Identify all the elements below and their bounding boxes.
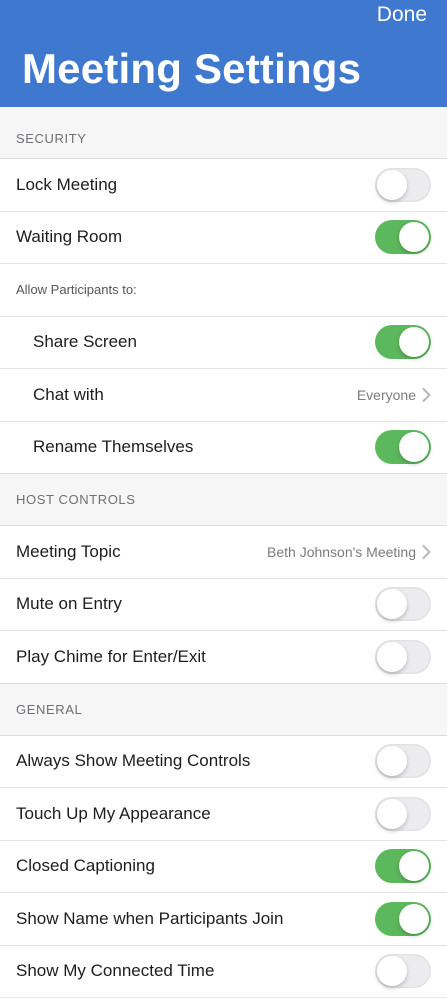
waiting-room-toggle[interactable]	[375, 220, 431, 254]
toggle-knob	[399, 327, 429, 357]
chevron-right-icon	[422, 388, 431, 402]
toggle-knob	[377, 746, 407, 776]
setting-label: Meeting Topic	[16, 542, 121, 562]
mute-on-entry-toggle[interactable]	[375, 587, 431, 621]
toggle-knob	[377, 589, 407, 619]
meeting-topic-value: Beth Johnson's Meeting	[267, 544, 416, 560]
chevron-right-icon	[422, 545, 431, 559]
allow-participants-label: Allow Participants to:	[0, 264, 447, 317]
setting-label: Rename Themselves	[33, 437, 193, 457]
meeting-topic-selector[interactable]: Beth Johnson's Meeting	[267, 544, 431, 560]
show-name-toggle[interactable]	[375, 902, 431, 936]
setting-lock-meeting: Lock Meeting	[0, 159, 447, 212]
toggle-knob	[377, 799, 407, 829]
toggle-knob	[377, 642, 407, 672]
closed-captioning-toggle[interactable]	[375, 849, 431, 883]
setting-share-screen: Share Screen	[0, 317, 447, 370]
toggle-knob	[399, 432, 429, 462]
connected-time-toggle[interactable]	[375, 954, 431, 988]
lock-meeting-toggle[interactable]	[375, 168, 431, 202]
always-show-controls-toggle[interactable]	[375, 744, 431, 778]
setting-show-name-on-join: Show Name when Participants Join	[0, 893, 447, 946]
setting-label: Play Chime for Enter/Exit	[16, 647, 206, 667]
toggle-knob	[377, 170, 407, 200]
setting-label: Always Show Meeting Controls	[16, 751, 250, 771]
setting-touch-up-appearance: Touch Up My Appearance	[0, 788, 447, 841]
setting-play-chime: Play Chime for Enter/Exit	[0, 631, 447, 684]
setting-chat-with[interactable]: Chat with Everyone	[0, 369, 447, 422]
toggle-knob	[399, 222, 429, 252]
setting-label: Show Name when Participants Join	[16, 909, 283, 929]
done-button[interactable]: Done	[377, 3, 427, 27]
setting-label: Share Screen	[33, 332, 137, 352]
section-header-host-controls: HOST CONTROLS	[0, 474, 447, 526]
setting-waiting-room: Waiting Room	[0, 212, 447, 265]
touch-up-toggle[interactable]	[375, 797, 431, 831]
setting-mute-on-entry: Mute on Entry	[0, 579, 447, 632]
chat-with-value: Everyone	[357, 387, 416, 403]
page-title: Meeting Settings	[22, 48, 361, 90]
toggle-knob	[377, 956, 407, 986]
rename-themselves-toggle[interactable]	[375, 430, 431, 464]
setting-label: Closed Captioning	[16, 856, 155, 876]
share-screen-toggle[interactable]	[375, 325, 431, 359]
toggle-knob	[399, 851, 429, 881]
section-header-security: SECURITY	[0, 107, 447, 159]
setting-always-show-controls: Always Show Meeting Controls	[0, 736, 447, 789]
setting-closed-captioning: Closed Captioning	[0, 841, 447, 894]
section-header-general: GENERAL	[0, 684, 447, 736]
chat-with-selector[interactable]: Everyone	[357, 387, 431, 403]
setting-meeting-topic[interactable]: Meeting Topic Beth Johnson's Meeting	[0, 526, 447, 579]
nav-header: Done Meeting Settings	[0, 0, 447, 107]
setting-connected-time: Show My Connected Time	[0, 946, 447, 998]
setting-label: Lock Meeting	[16, 175, 117, 195]
setting-label: Touch Up My Appearance	[16, 804, 211, 824]
setting-label: Waiting Room	[16, 227, 122, 247]
toggle-knob	[399, 904, 429, 934]
setting-label: Show My Connected Time	[16, 961, 214, 981]
setting-rename-themselves: Rename Themselves	[0, 422, 447, 475]
play-chime-toggle[interactable]	[375, 640, 431, 674]
setting-label: Chat with	[33, 385, 104, 405]
setting-label: Mute on Entry	[16, 594, 122, 614]
